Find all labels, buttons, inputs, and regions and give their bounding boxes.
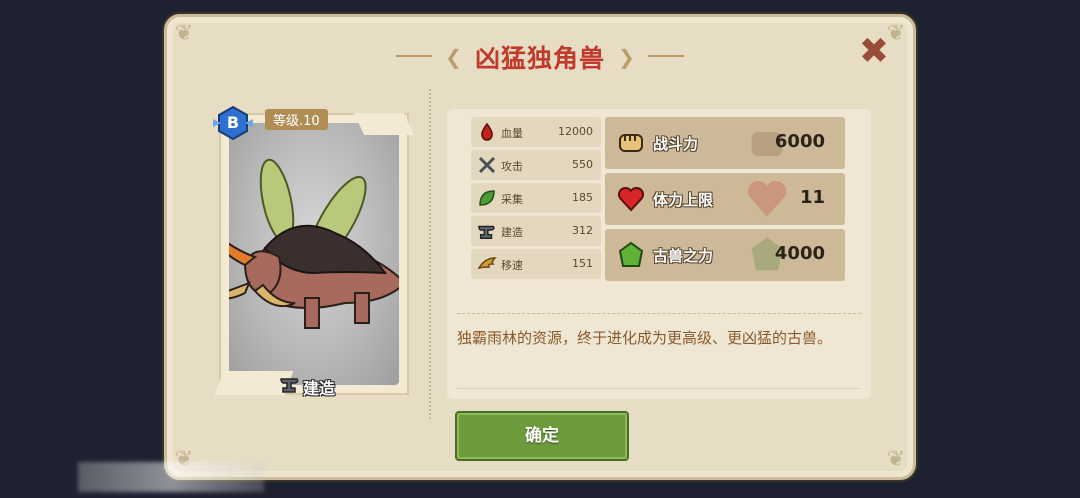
vertical-divider xyxy=(429,89,431,419)
fist-icon xyxy=(619,134,643,152)
corner-ornament-icon: ❦ xyxy=(886,447,906,472)
stat-row-attack: 攻击 550 xyxy=(471,150,601,180)
big-stat-label: 古兽之力 xyxy=(653,247,714,265)
torn-corner xyxy=(353,113,415,135)
anvil-icon xyxy=(478,225,495,239)
stat-label: 建造 xyxy=(501,226,523,239)
description-bottom-line xyxy=(457,388,861,389)
big-stat-label: 战斗力 xyxy=(653,135,699,153)
description-divider xyxy=(457,313,861,314)
title-ornament-right-icon: ❯ xyxy=(618,45,635,69)
horned-beast-illustration xyxy=(229,158,399,329)
heart-icon xyxy=(747,180,787,217)
title-ornament-left-icon: ❮ xyxy=(445,45,462,69)
blurred-watermark xyxy=(78,462,264,492)
dialog-title: 凶猛独角兽 xyxy=(474,44,605,73)
close-x-icon: ✖ xyxy=(858,31,890,72)
big-stat-value: 6000 xyxy=(774,131,825,152)
beast-card: B 等级.10 建造 xyxy=(213,105,415,398)
close-button[interactable]: ✖ xyxy=(857,34,891,70)
big-stat-value: 4000 xyxy=(774,243,825,264)
title-bar: ❮ 凶猛独角兽 ❯ xyxy=(167,39,913,75)
stat-label: 采集 xyxy=(501,193,523,206)
card-art xyxy=(229,123,399,385)
stat-value: 12000 xyxy=(558,125,593,138)
stat-row-hp: 血量 12000 xyxy=(471,117,601,147)
grade-badge: B xyxy=(213,105,253,141)
heart-icon xyxy=(617,186,645,212)
anvil-icon xyxy=(279,373,301,399)
stat-value: 312 xyxy=(572,224,593,237)
stat-row-build: 建造 312 xyxy=(471,216,601,246)
big-stat-ancient-power: 古兽之力 4000 xyxy=(605,229,845,281)
confirm-button[interactable]: 确定 xyxy=(455,411,629,461)
grade-letter: B xyxy=(226,113,240,132)
beast-info-dialog: ❦ ❦ ❦ ❦ ❮ 凶猛独角兽 ❯ ✖ B 等级.10 建造 血量 12000 … xyxy=(164,14,916,480)
stat-label: 移速 xyxy=(501,259,523,272)
green-crystal-icon xyxy=(618,241,644,267)
stat-label: 攻击 xyxy=(501,160,523,173)
wing-icon xyxy=(477,257,497,270)
stat-row-speed: 移速 151 xyxy=(471,249,601,279)
card-type-label: 建造 xyxy=(303,379,336,398)
stat-value: 550 xyxy=(572,158,593,171)
stat-value: 151 xyxy=(572,257,593,270)
title-line-right xyxy=(647,55,684,57)
big-stat-value: 11 xyxy=(799,187,825,208)
leaf-icon xyxy=(479,190,495,206)
big-stat-stamina: 体力上限 11 xyxy=(605,173,845,225)
stats-panel: 血量 12000 攻击 550 采集 185 建造 312 移速 151 战斗力 xyxy=(447,109,871,399)
title-line-left xyxy=(396,55,433,57)
big-stat-label: 体力上限 xyxy=(653,191,714,209)
beast-description: 独霸雨林的资源，终于进化成为更高级、更凶猛的古兽。 xyxy=(457,329,833,347)
stat-row-gather: 采集 185 xyxy=(471,183,601,213)
level-tag: 等级.10 xyxy=(265,109,328,130)
crossed-swords-icon xyxy=(478,156,496,174)
stat-label: 血量 xyxy=(501,127,523,140)
blood-drop-icon xyxy=(481,122,493,141)
big-stat-power: 战斗力 6000 xyxy=(605,117,845,169)
stat-value: 185 xyxy=(572,191,593,204)
